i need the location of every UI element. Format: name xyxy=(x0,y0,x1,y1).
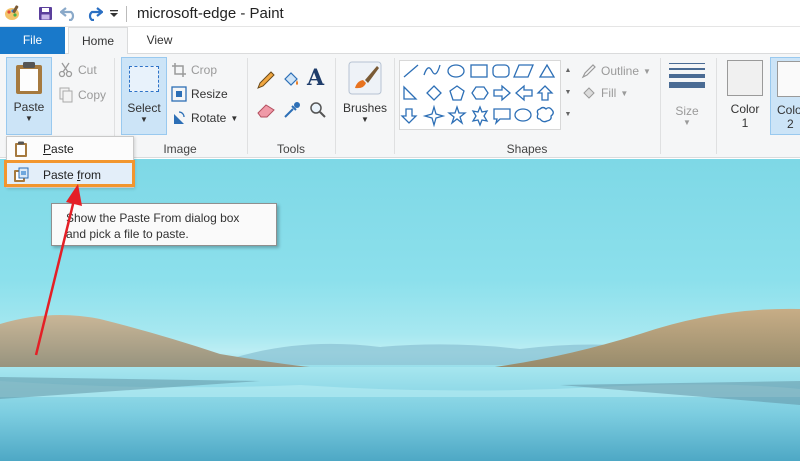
highlight-annotation-box xyxy=(4,160,135,187)
color2-label: Colo xyxy=(777,103,800,117)
fill-bucket-icon[interactable] xyxy=(281,70,301,93)
fill-icon xyxy=(583,87,595,99)
color-picker-icon[interactable] xyxy=(283,101,301,122)
select-button-label: Select xyxy=(127,101,161,115)
outline-icon xyxy=(581,64,596,79)
outline-label: Outline xyxy=(601,64,640,78)
shapes-gallery-scroll[interactable]: ▲ ▼ ▼ xyxy=(563,60,573,130)
paste-button-label: Paste xyxy=(13,100,45,114)
tab-home[interactable]: Home xyxy=(68,27,128,55)
rotate-dropdown-caret[interactable]: ▼ xyxy=(230,114,238,123)
image-group-label: Image xyxy=(163,142,197,156)
crop-label: Crop xyxy=(191,63,218,77)
group-separator xyxy=(660,58,661,154)
menu-item-paste-label: Paste xyxy=(43,142,74,156)
save-icon[interactable] xyxy=(35,4,55,22)
color1-number: 1 xyxy=(741,116,749,130)
brush-icon xyxy=(348,61,382,95)
select-rectangle-icon xyxy=(129,66,159,92)
resize-icon xyxy=(171,86,187,102)
color2-button[interactable]: Colo 2 xyxy=(770,57,800,135)
color1-swatch xyxy=(727,60,763,96)
outline-button[interactable]: Outline ▼ xyxy=(581,63,651,79)
size-dropdown-caret[interactable]: ▼ xyxy=(664,118,710,127)
group-separator xyxy=(394,58,395,154)
color1-button[interactable]: Color 1 xyxy=(722,57,768,135)
fill-button[interactable]: Fill ▼ xyxy=(581,85,628,101)
tooltip-line-1: Show the Paste From dialog box xyxy=(66,211,240,225)
group-separator xyxy=(335,58,336,154)
title-separator xyxy=(126,6,127,22)
eraser-icon[interactable] xyxy=(256,101,276,122)
paint-app-icon[interactable] xyxy=(2,4,22,22)
rotate-label: Rotate xyxy=(191,111,227,125)
scissors-icon xyxy=(58,62,73,78)
resize-button[interactable]: Resize xyxy=(171,86,228,102)
size-button[interactable]: Size ▼ xyxy=(664,57,710,135)
cut-label: Cut xyxy=(78,63,97,77)
brushes-dropdown-caret[interactable]: ▼ xyxy=(339,115,391,124)
magnifier-icon[interactable] xyxy=(309,101,327,122)
paste-button[interactable]: Paste ▼ xyxy=(6,57,52,135)
customize-toolbar-icon[interactable] xyxy=(107,4,121,22)
outline-dropdown-caret[interactable]: ▼ xyxy=(643,67,651,76)
shapes-gallery[interactable] xyxy=(399,60,561,130)
crop-icon xyxy=(172,63,186,77)
copy-button[interactable]: Copy xyxy=(58,87,106,103)
text-tool-icon[interactable]: A xyxy=(307,65,324,91)
copy-label: Copy xyxy=(78,88,107,102)
clipboard-icon xyxy=(13,141,29,157)
menu-item-paste[interactable]: Paste xyxy=(7,137,133,161)
color1-label: Color xyxy=(730,102,760,116)
clipboard-icon xyxy=(16,62,42,94)
window-title: microsoft-edge - Paint xyxy=(137,5,284,22)
undo-icon[interactable] xyxy=(59,4,79,22)
line-size-icon xyxy=(669,63,705,88)
shapes-gallery-icons xyxy=(400,63,556,128)
tab-view[interactable]: View xyxy=(132,27,187,54)
paste-dropdown-caret[interactable]: ▼ xyxy=(7,114,51,123)
fill-label: Fill xyxy=(601,86,617,100)
paste-from-tooltip: Show the Paste From dialog box and pick … xyxy=(51,203,277,246)
group-separator xyxy=(247,58,248,154)
brushes-button[interactable]: Brushes ▼ xyxy=(339,57,391,135)
shapes-group-label: Shapes xyxy=(506,142,548,156)
group-separator xyxy=(716,58,717,154)
cut-button[interactable]: Cut xyxy=(58,62,97,78)
color2-swatch xyxy=(777,61,800,97)
fill-dropdown-caret[interactable]: ▼ xyxy=(620,89,628,98)
tooltip-line-2: and pick a file to paste. xyxy=(66,227,189,241)
select-button[interactable]: Select ▼ xyxy=(121,57,167,135)
copy-icon xyxy=(59,87,73,103)
color2-number: 2 xyxy=(787,117,794,131)
size-label: Size xyxy=(675,104,699,118)
tools-group-label: Tools xyxy=(276,142,305,156)
ribbon-tab-row: File Home View xyxy=(0,27,800,55)
resize-label: Resize xyxy=(191,87,228,101)
tab-file[interactable]: File xyxy=(0,27,65,54)
brushes-label: Brushes xyxy=(342,101,388,115)
rotate-icon xyxy=(174,111,185,124)
crop-button[interactable]: Crop xyxy=(171,62,217,78)
title-bar: microsoft-edge - Paint xyxy=(0,0,800,27)
select-dropdown-caret[interactable]: ▼ xyxy=(122,115,166,124)
rotate-button[interactable]: Rotate ▼ xyxy=(171,110,238,126)
redo-icon[interactable] xyxy=(84,4,104,22)
pencil-icon[interactable] xyxy=(256,70,276,93)
